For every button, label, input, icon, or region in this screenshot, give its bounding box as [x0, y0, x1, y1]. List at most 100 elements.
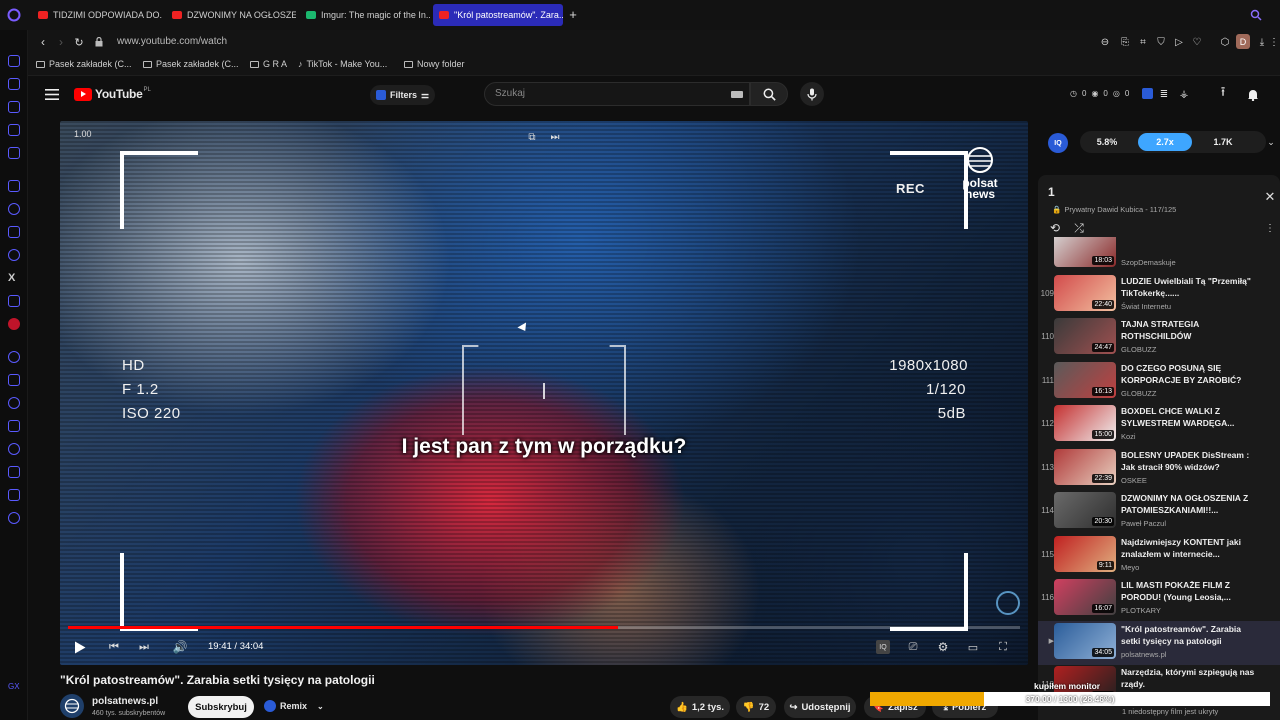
theater-mode-icon[interactable]: ▭ [965, 639, 981, 655]
reload-icon[interactable]: ↻ [72, 35, 86, 49]
extension-player-icon[interactable]: IQ [876, 640, 890, 654]
wallet-icon[interactable] [8, 101, 20, 113]
playlist-item[interactable]: 113 22:39 BOLESNY UPADEK DisStream : Jak s… [1038, 447, 1280, 491]
next-button[interactable]: ⏭ [136, 639, 152, 655]
heart-icon[interactable]: ♡ [1190, 35, 1204, 49]
voice-search-button[interactable] [800, 82, 824, 106]
close-playlist-icon[interactable]: ✕ [1264, 189, 1276, 204]
opera-gx-icon[interactable] [8, 318, 20, 330]
dislike-button[interactable]: 👎 72 [736, 696, 776, 718]
discord-icon[interactable] [8, 295, 20, 307]
profile-avatar[interactable]: D [1236, 34, 1250, 49]
camera-info-iso: ISO 220 [122, 405, 181, 422]
playlist-item-duration: 16:13 [1092, 386, 1114, 396]
browser-logo-icon[interactable] [6, 7, 22, 23]
like-button[interactable]: 👍 1,2 tys. [670, 696, 730, 718]
browser-tab[interactable]: TIDZIMI ODPOWIADA DO... [32, 4, 162, 26]
instagram-icon[interactable] [8, 226, 20, 238]
share-button[interactable]: ↪ Udostępnij [784, 696, 856, 718]
keyboard-icon[interactable] [731, 91, 743, 98]
playlist-item-title: "Król patostreamów". Zarabia setki tysię… [1121, 623, 1242, 646]
extensions-icon[interactable] [8, 489, 20, 501]
downloads-icon[interactable] [8, 466, 20, 478]
chevron-down-icon[interactable]: ⌄ [1266, 136, 1276, 148]
video-progress-track[interactable] [68, 626, 1020, 629]
miniplayer-icon[interactable]: ⧉ [526, 131, 538, 143]
bookmark-item[interactable]: Pasek zakładek (C... [36, 59, 132, 69]
playlist-item[interactable]: 111 16:13 DO CZEGO POSUNĄ SIĘ KORPORACJE B… [1038, 360, 1280, 404]
channel-avatar[interactable] [60, 694, 84, 718]
shield-icon[interactable]: ⛉ [1154, 35, 1168, 49]
bookmark-item[interactable]: Pasek zakładek (C... [143, 59, 239, 69]
remix-button[interactable]: Remix ⌄ [264, 700, 324, 712]
play-icon[interactable]: ▷ [1172, 35, 1186, 49]
bookmark-item[interactable]: ♪ TikTok - Make You... [298, 59, 387, 69]
back-icon[interactable]: ‹ [36, 35, 50, 49]
iq-extension-icon[interactable]: IQ [1048, 133, 1068, 153]
person-icon[interactable]: ⚶ [1178, 87, 1190, 101]
browser-tab-active[interactable]: "Król patostreamów". Zara... [433, 4, 563, 26]
playlist-item-current[interactable]: ▶ 34:05 "Król patostreamów". Zarabia setki… [1038, 620, 1280, 665]
url-field[interactable]: www.youtube.com/watch [117, 36, 227, 47]
playlist-item[interactable]: 116 16:07 LIL MASTI POKAŻE FILM Z PORODU! … [1038, 577, 1280, 621]
messenger-icon[interactable] [8, 55, 20, 67]
channel-name[interactable]: polsatnews.pl [92, 696, 158, 707]
twitch-icon[interactable] [8, 180, 20, 192]
list-icon[interactable]: ≣ [1158, 87, 1170, 101]
previous-button[interactable]: ⏮ [106, 639, 122, 655]
new-tab-button[interactable]: + [566, 6, 580, 22]
fullscreen-icon[interactable]: ⛶ [995, 639, 1011, 655]
telegram-icon[interactable] [8, 249, 20, 261]
history-icon[interactable] [8, 443, 20, 455]
extension-logo-icon[interactable] [1142, 88, 1153, 99]
heart-icon[interactable] [8, 397, 20, 409]
bookmark-item[interactable]: Nowy folder [404, 59, 465, 69]
playlist-item[interactable]: 114 20:30 DZWONIMY NA OGŁOSZENIA Z PATOMIE… [1038, 490, 1280, 534]
youtube-logo[interactable]: YouTube PL [74, 87, 151, 101]
next-frame-icon[interactable]: ⏭ [549, 131, 561, 143]
search-button[interactable] [750, 82, 788, 106]
upload-icon[interactable]: ⭱ [1216, 84, 1230, 102]
chevron-down-icon: ⌄ [317, 701, 324, 711]
extensions-icon[interactable]: ⬡ [1218, 35, 1232, 49]
browser-tab[interactable]: Imgur: The magic of the In... [300, 4, 430, 26]
remix-label: Remix [280, 701, 308, 711]
loop-icon[interactable]: ⟲ [1048, 221, 1062, 235]
playlist-item[interactable]: 110 24:47 TAJNA STRATEGIA ROTHSCHILDÓW GLOB… [1038, 316, 1280, 360]
bookmark-item[interactable]: G R A [250, 59, 287, 69]
download-icon[interactable]: ⤓ [1255, 35, 1269, 49]
more-icon[interactable]: GX [8, 682, 20, 694]
search-input[interactable]: Szukaj [484, 82, 750, 106]
video-player[interactable]: 1.00 ⧉ ⏭ REC polsat news HD F 1.2 ISO 22… [60, 121, 1028, 665]
volume-icon[interactable]: 🔊 [172, 639, 188, 655]
capture-icon[interactable]: ⌗ [1136, 35, 1150, 49]
browser-tab[interactable]: DZWONIMY NA OGŁOSZE... [166, 4, 296, 26]
playlist-menu-icon[interactable]: ⋮ [1265, 221, 1275, 235]
messenger-app-icon[interactable] [8, 203, 20, 215]
menu-icon[interactable]: ⋮ [1269, 35, 1279, 49]
subscribe-button[interactable]: Subskrybuj [188, 696, 254, 718]
playlist-item[interactable]: 115 9:11 Najdziwniejszy KONTENT jaki znala… [1038, 534, 1280, 578]
notes-icon[interactable] [8, 124, 20, 136]
mail-icon[interactable] [8, 147, 20, 159]
play-button[interactable] [72, 639, 88, 655]
spotify-icon[interactable] [8, 351, 20, 363]
playlist-item[interactable]: 109 22:40 LUDZIE Uwielbiali Tą "Przemiłą" … [1038, 273, 1280, 317]
zoom-icon[interactable]: ⊖ [1098, 35, 1112, 49]
settings-gear-icon[interactable]: ⚙ [935, 639, 951, 655]
hamburger-menu-icon[interactable] [44, 87, 60, 101]
pinboard-icon[interactable] [8, 420, 20, 432]
playlist-item[interactable]: 112 15:00 BOXDEL CHCE WALKI Z SYLWESTREM W… [1038, 403, 1280, 447]
playlist-item[interactable]: 18:03 SzopDemaskuje [1038, 237, 1280, 273]
notifications-bell-icon[interactable] [1246, 86, 1260, 102]
subtitles-icon[interactable]: ⎚ [905, 639, 921, 655]
snapshot-icon[interactable]: ⎘ [1118, 35, 1132, 49]
shuffle-icon[interactable]: ⤮ [1072, 221, 1086, 235]
chat-icon[interactable] [8, 78, 20, 90]
filters-button[interactable]: Filters ⚌ [370, 85, 436, 105]
forward-icon[interactable]: › [54, 35, 68, 49]
settings-icon[interactable] [8, 512, 20, 524]
x-icon[interactable]: X [8, 272, 20, 284]
search-tabs-icon[interactable] [1248, 7, 1264, 23]
player-icon[interactable] [8, 374, 20, 386]
